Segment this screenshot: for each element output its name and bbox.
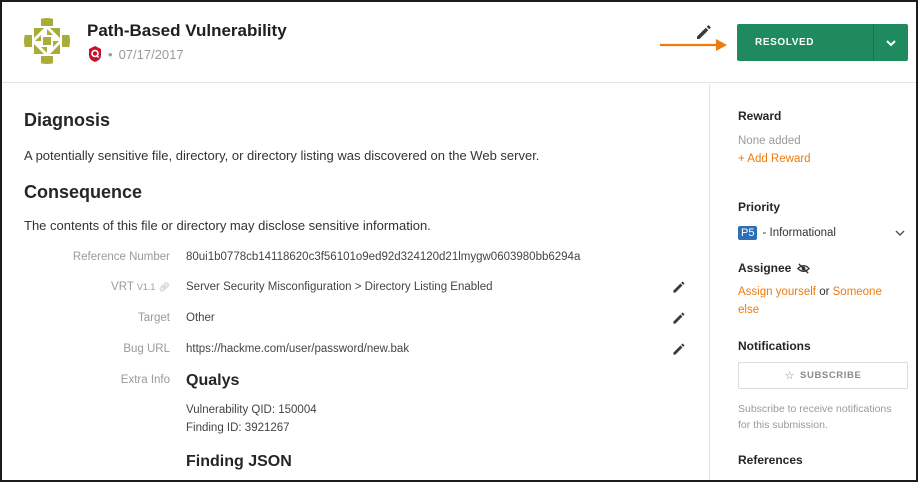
reward-none: None added [738, 135, 801, 147]
bug-url-label: Bug URL [123, 343, 170, 355]
vulnerability-qid: Vulnerability QID: 150004 [186, 404, 317, 416]
submission-meta: • 07/17/2017 [88, 46, 184, 62]
vrt-label-text: VRT [111, 281, 134, 293]
star-icon: ☆ [784, 370, 796, 382]
consequence-heading: Consequence [24, 182, 143, 202]
submission-sidebar: Reward None added + Add Reward Priority … [709, 84, 916, 480]
consequence-text: The contents of this file or directory m… [24, 218, 431, 233]
assign-line-1: Assign yourself or Someone [738, 286, 882, 298]
subscribe-label: SUBSCRIBE [800, 370, 862, 381]
qualys-heading: Qualys [186, 372, 240, 389]
references-heading: References [738, 453, 803, 467]
subscribe-help-2: for this submission. [738, 419, 828, 431]
submission-details: Diagnosis A potentially sensitive file, … [2, 84, 708, 480]
meta-separator: • [108, 46, 113, 62]
bug-url-value[interactable]: https://hackme.com/user/password/new.bak [186, 343, 409, 355]
subscribe-button[interactable]: ☆ SUBSCRIBE [738, 362, 908, 389]
chevron-down-icon[interactable] [874, 37, 908, 49]
submission-title: Path-Based Vulnerability [87, 21, 287, 40]
edit-bug-url-pencil-icon[interactable] [671, 341, 687, 357]
priority-badge: P5 [738, 226, 758, 240]
assign-yourself-link[interactable]: Assign yourself [738, 286, 816, 298]
assign-someone-else-link[interactable]: else [738, 304, 759, 316]
assign-someone-link[interactable]: Someone [833, 286, 882, 298]
qualys-badge-icon [89, 46, 101, 62]
chevron-down-icon[interactable] [894, 227, 906, 239]
vrt-version: V1.1 [136, 282, 156, 292]
assign-or-text: or [819, 286, 830, 298]
notifications-heading: Notifications [738, 339, 811, 353]
target-value: Other [186, 312, 215, 324]
eye-off-icon [797, 262, 811, 274]
reference-value: 80ui1b0778cb14118620c3f56101o9ed92d32412… [186, 251, 581, 263]
add-reward-link[interactable]: + Add Reward [738, 153, 811, 165]
priority-select[interactable]: P5 - Informational [738, 224, 906, 242]
submission-header: Path-Based Vulnerability • 07/17/2017 RE… [2, 2, 916, 83]
status-dropdown-button[interactable]: RESOLVED [737, 24, 908, 61]
subscribe-help-1: Subscribe to receive notifications [738, 403, 892, 415]
finding-id: Finding ID: 3921267 [186, 422, 290, 434]
target-label: Target [138, 312, 170, 324]
link-icon[interactable]: 🔗︎ [159, 282, 170, 292]
diagnosis-text: A potentially sensitive file, directory,… [24, 148, 540, 163]
status-label: RESOLVED [755, 37, 815, 48]
edit-target-pencil-icon[interactable] [671, 310, 687, 326]
researcher-avatar[interactable] [24, 18, 70, 64]
priority-heading: Priority [738, 200, 781, 214]
submission-page: Path-Based Vulnerability • 07/17/2017 RE… [0, 0, 918, 482]
assignee-heading: Assignee [738, 261, 811, 275]
arrow-right-icon [660, 39, 727, 51]
vrt-value: Server Security Misconfiguration > Direc… [186, 281, 493, 293]
assignee-heading-text: Assignee [738, 261, 792, 275]
submission-date: 07/17/2017 [118, 46, 184, 62]
extra-info-label: Extra Info [120, 374, 170, 386]
vrt-label: VRT V1.1 🔗︎ [2, 281, 170, 293]
edit-vrt-pencil-icon[interactable] [671, 279, 687, 295]
diagnosis-heading: Diagnosis [24, 110, 111, 130]
reward-heading: Reward [738, 109, 782, 123]
priority-text: - Informational [762, 227, 836, 239]
finding-json-heading: Finding JSON [186, 453, 292, 470]
assign-line-2: else [738, 304, 759, 316]
reference-label: Reference Number [72, 251, 170, 263]
